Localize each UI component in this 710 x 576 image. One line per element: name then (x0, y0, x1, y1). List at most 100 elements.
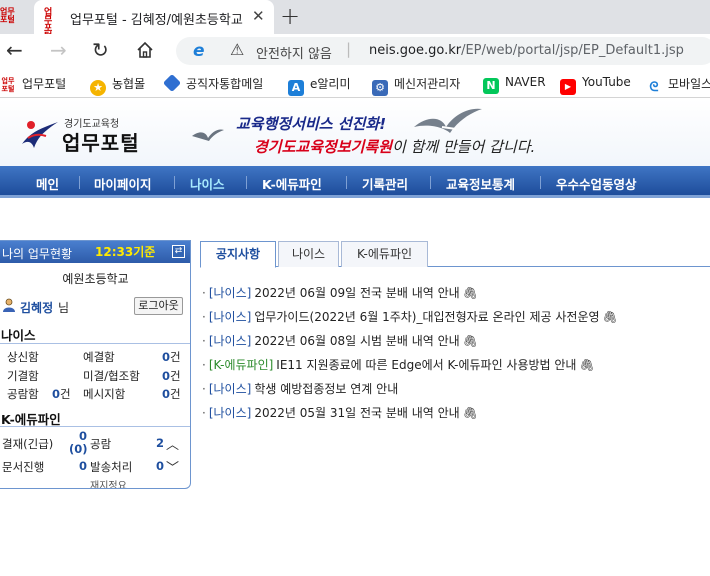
nh-icon: ★ (90, 80, 106, 96)
url-path: /EP/web/portal/jsp/EP_Default1.jsp (461, 43, 684, 58)
neis-row-label[interactable]: 메시지함 (83, 386, 125, 402)
tab-k-edufine[interactable]: K-에듀파인 (341, 241, 428, 267)
gnb-divider (79, 176, 80, 189)
notice-item[interactable]: · [나이스] 2022년 05월 31일 전국 분배 내역 안내 🖇 (202, 404, 710, 428)
address-bar[interactable]: e ⚠ 안전하지 않음 | neis.goe.go.kr/EP/web/port… (176, 37, 710, 65)
school-name: 예원초등학교 (62, 272, 129, 286)
forward-icon[interactable]: → (50, 38, 67, 62)
notice-title[interactable]: IE11 지원종료에 따른 Edge에서 K-에듀파인 사용방법 안내 (276, 358, 576, 372)
scroll-down-icon[interactable]: ﹀ (166, 457, 179, 476)
back-icon[interactable]: ← (6, 38, 23, 62)
tab-neis[interactable]: 나이스 (278, 241, 339, 267)
url-host: neis.goe.go.kr (369, 43, 462, 58)
edufine-row-value: 0 (156, 459, 165, 473)
notice-category: [나이스] (208, 382, 252, 396)
bullet: · (202, 310, 206, 324)
notice-title[interactable]: 2022년 05월 31일 전국 분배 내역 안내 (254, 406, 459, 420)
count-unit: 건 (170, 369, 181, 383)
slogan-highlight: 경기도교육정보기록원 (254, 138, 393, 156)
user-icon (2, 298, 16, 315)
neis-row-label[interactable]: 공람함 (7, 386, 39, 402)
notice-list: · [나이스] 2022년 06월 09일 전국 분배 내역 안내 🖇 · [나이스] 업… (202, 284, 710, 428)
bookmark-messenger[interactable]: ⚙ 메신저관리자 (372, 75, 460, 96)
bookmark-portal[interactable]: 업무 포털 업무포털 (0, 75, 66, 93)
bullet: · (202, 286, 206, 300)
url-text[interactable]: neis.goe.go.kr/EP/web/portal/jsp/EP_Defa… (369, 43, 684, 58)
gnb-k-edufine[interactable]: K-에듀파인 (262, 174, 322, 193)
edufine-row-label[interactable]: 공람 (90, 436, 111, 452)
notice-category: [K-에듀파인] (208, 358, 274, 372)
bookmark-nhmall[interactable]: ★ 농협몰 (90, 75, 145, 96)
logout-button[interactable]: 로그아웃 (134, 297, 183, 315)
edufine-row-label[interactable]: 발송처리 (90, 459, 132, 475)
bookmark-label: 메신저관리자 (394, 77, 461, 91)
home-icon[interactable] (136, 40, 154, 64)
section-divider (0, 343, 190, 344)
refresh-icon[interactable]: ⇄ (172, 245, 185, 258)
gnb-records[interactable]: 기록관리 (362, 174, 408, 193)
close-tab-icon[interactable]: ✕ (252, 7, 265, 25)
warning-icon[interactable]: ⚠ (230, 40, 244, 59)
count-unit: 건 (170, 350, 181, 364)
edufine-row-subvalue: (0) (69, 442, 88, 456)
panel-header: 나의 업무현황 12:33기준 ⇄ (0, 241, 190, 263)
header-slogan-2: 경기도교육정보기록원이 함께 만들어 갑니다. (254, 136, 535, 157)
attachment-icon: 🖇 (462, 286, 478, 300)
notice-item[interactable]: · [나이스] 업무가이드(2022년 6월 1주차)_대입전형자료 온라인 제공 … (202, 308, 710, 332)
notice-title[interactable]: 2022년 06월 08일 시범 분배 내역 안내 (254, 334, 459, 348)
notice-item[interactable]: · [나이스] 2022년 06월 09일 전국 분배 내역 안내 🖇 (202, 284, 710, 308)
neis-row-label[interactable]: 미결/협조함 (83, 368, 140, 384)
gnb-class-videos[interactable]: 우수수업동영상 (556, 174, 637, 193)
youtube-icon: ▶ (560, 79, 576, 95)
notice-item[interactable]: · [나이스] 학생 예방접종정보 연계 안내 (202, 380, 710, 404)
gnb-main[interactable]: 메인 (36, 174, 59, 193)
edufine-row-label[interactable]: 문서진행 (2, 459, 44, 475)
bookmark-mobile[interactable]: ᘓ 모바일스 (646, 75, 710, 96)
reload-icon[interactable]: ↻ (92, 38, 109, 62)
gnb-edu-stats[interactable]: 교육정보통계 (446, 174, 515, 193)
messenger-icon: ⚙ (372, 80, 388, 96)
logo-title[interactable]: 업무포털 (62, 127, 140, 156)
seagull-small-icon (192, 129, 224, 141)
browser-tab-strip: 업무포털 업무포털 업무포털 - 김혜정/예원초등학교 ✕ + (0, 0, 710, 42)
notice-category: [나이스] (208, 310, 252, 324)
user-name[interactable]: 김혜정 (20, 299, 53, 316)
notice-title[interactable]: 2022년 06월 09일 전국 분배 내역 안내 (254, 286, 459, 300)
notice-title[interactable]: 학생 예방접종정보 연계 안내 (254, 382, 398, 396)
bookmark-label: 공직자통합메일 (186, 77, 264, 91)
browser-tab-active[interactable]: 업무포털 업무포털 - 김혜정/예원초등학교 ✕ (34, 0, 274, 42)
scroll-up-icon[interactable]: ︿ (166, 434, 179, 453)
bookmark-ealimi[interactable]: Ae알리미 (288, 75, 351, 96)
neis-section-title: 나이스 (1, 328, 36, 343)
ie-mode-icon[interactable]: e (193, 41, 205, 61)
tab-notices[interactable]: 공지사항 (200, 241, 276, 268)
notice-title[interactable]: 업무가이드(2022년 6월 1주차)_대입전형자료 온라인 제공 사전운영 (254, 310, 599, 324)
neis-row-label[interactable]: 예결함 (83, 349, 115, 365)
ealimi-icon: A (288, 80, 304, 96)
new-tab-icon[interactable]: + (280, 2, 300, 30)
portal-header: 경기도교육청 업무포털 교육행정서비스 선진화! 경기도교육정보기록원이 함께 … (0, 99, 710, 166)
gnb-divider (540, 176, 541, 189)
gyeonggi-logo-icon[interactable] (20, 116, 60, 152)
edufine-row-value: 2 (156, 436, 165, 450)
notice-item[interactable]: · [K-에듀파인] IE11 지원종료에 따른 Edge에서 K-에듀파인 사용방… (202, 356, 710, 380)
bullet: · (202, 406, 206, 420)
notice-category: [나이스] (208, 406, 252, 420)
gnb-mypage[interactable]: 마이페이지 (94, 174, 152, 193)
edufine-row-value: 0 (79, 429, 88, 443)
previous-tab-favicon[interactable]: 업무 포털 (0, 8, 16, 26)
slogan-rest: 이 함께 만들어 갑니다. (392, 138, 536, 156)
edufine-row-label[interactable]: 결재(긴급) (2, 436, 53, 452)
bookmark-youtube[interactable]: ▶ YouTube (560, 75, 631, 95)
bookmark-mail[interactable]: 공직자통합메일 (162, 73, 264, 93)
attachment-icon: 🖇 (462, 406, 478, 420)
count-value: 0 (162, 387, 171, 401)
neis-row-label[interactable]: 기결함 (7, 368, 39, 384)
neis-row-label[interactable]: 상신함 (7, 349, 39, 365)
gnb-neis[interactable]: 나이스 (190, 174, 225, 193)
attachment-icon: 🖇 (462, 334, 478, 348)
notice-item[interactable]: · [나이스] 2022년 06월 08일 시범 분배 내역 안내 🖇 (202, 332, 710, 356)
bookmark-naver[interactable]: N NAVER (483, 75, 546, 94)
bullet: · (202, 334, 206, 348)
security-status[interactable]: 안전하지 않음 (256, 43, 332, 62)
